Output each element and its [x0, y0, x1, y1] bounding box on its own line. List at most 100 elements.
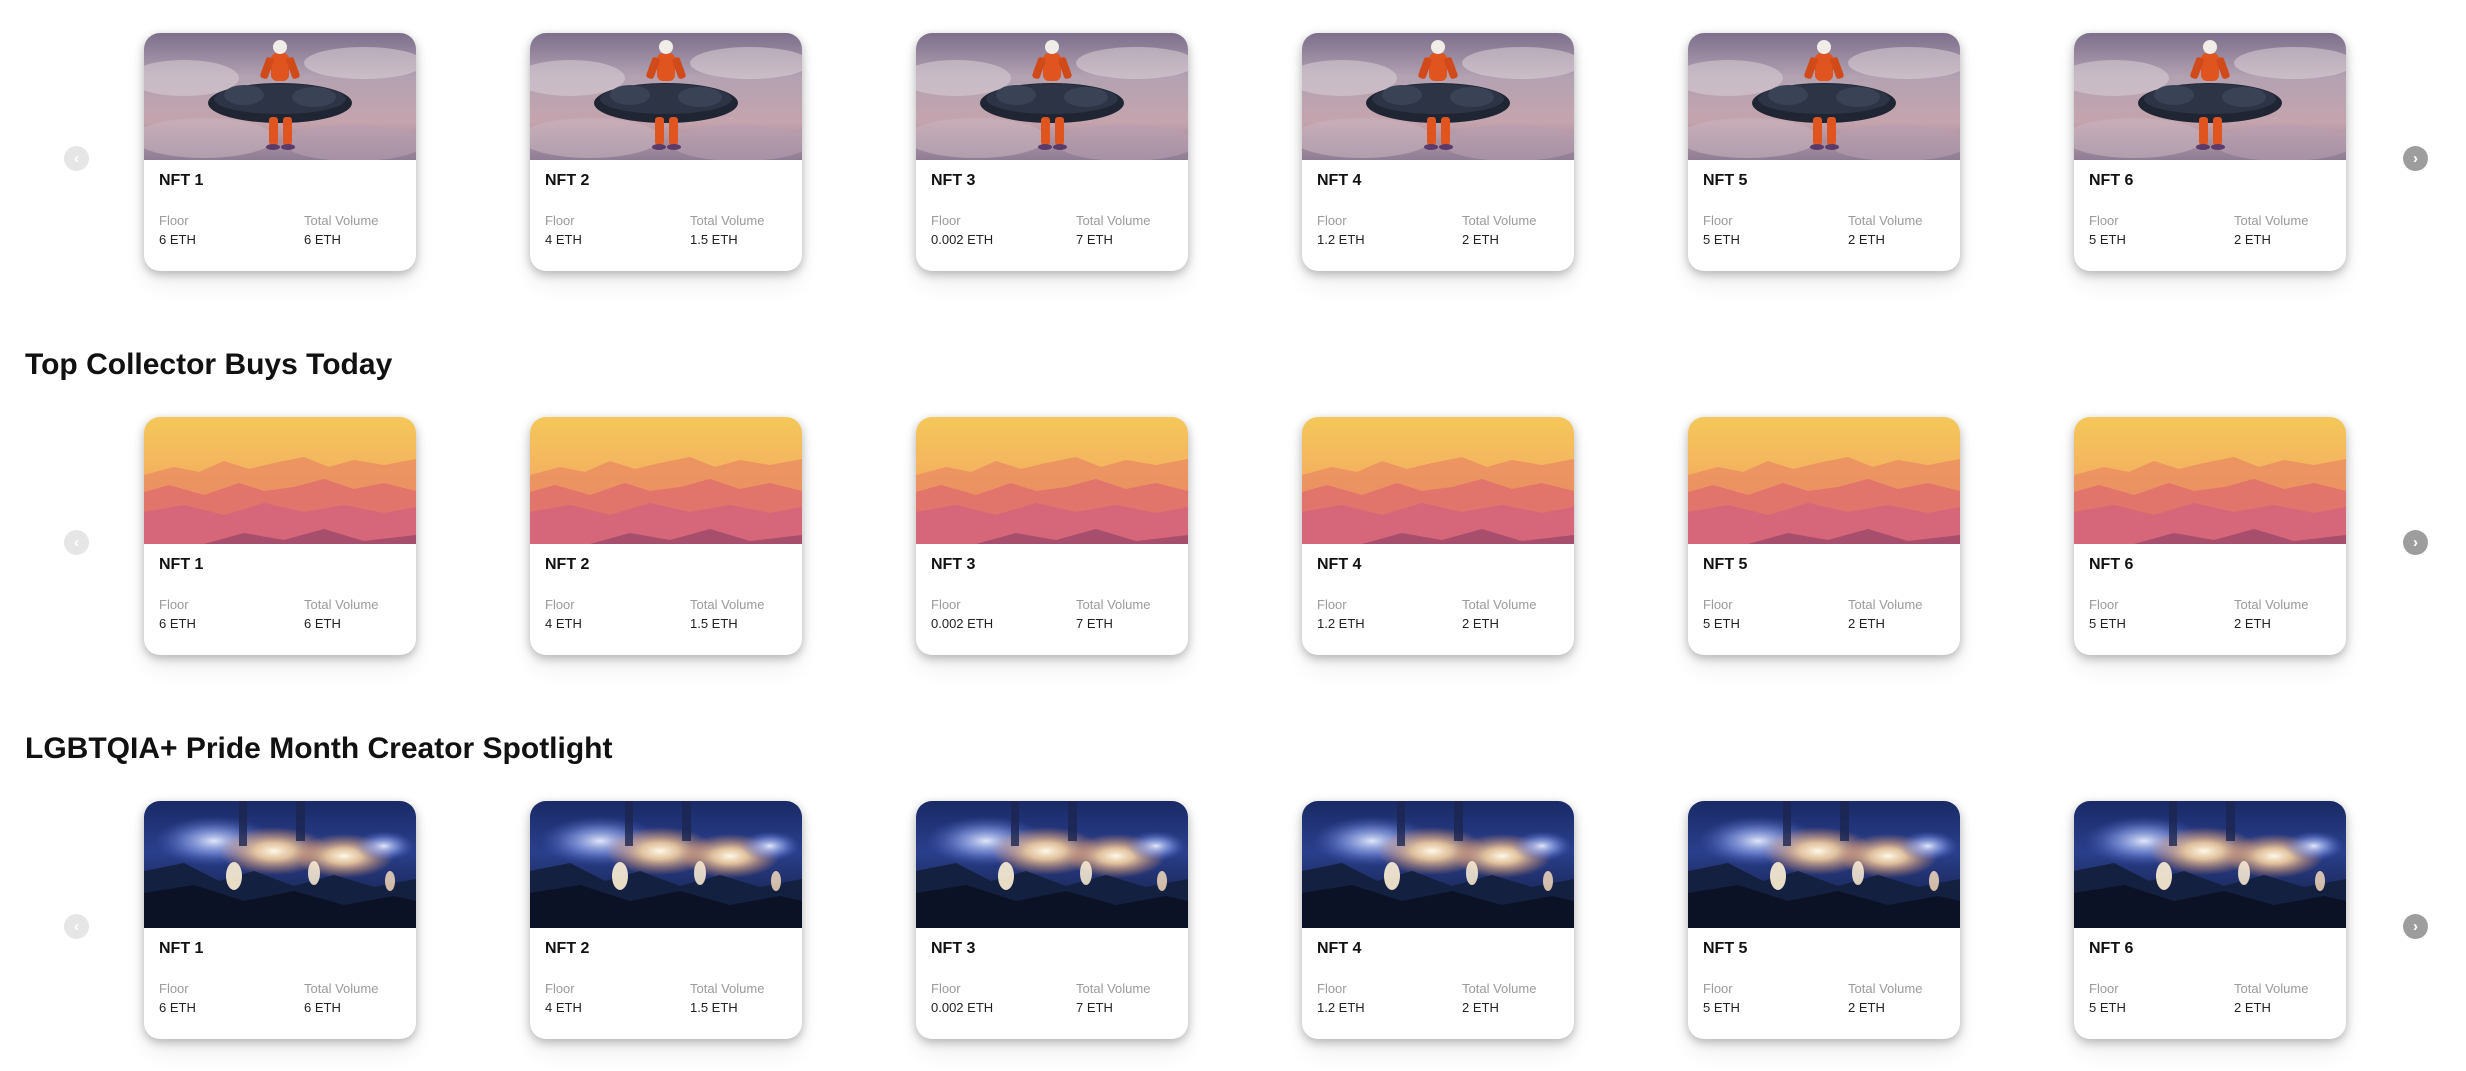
floor-value: 1.2 ETH	[1317, 232, 1365, 247]
nft-card[interactable]: NFT 6 Floor Total Volume 5 ETH 2 ETH	[2074, 801, 2346, 1039]
carousel-next-button[interactable]: ›	[2403, 146, 2428, 171]
total-volume-value: 2 ETH	[2234, 232, 2271, 247]
total-volume-value: 6 ETH	[304, 1000, 341, 1015]
nft-thumbnail-image	[144, 801, 416, 928]
floor-value: 5 ETH	[1703, 616, 1740, 631]
nft-name: NFT 4	[1317, 172, 1362, 189]
nft-name: NFT 4	[1317, 556, 1362, 573]
nft-name: NFT 3	[931, 172, 976, 189]
nft-name: NFT 5	[1703, 940, 1748, 957]
floor-label: Floor	[545, 597, 575, 612]
total-volume-value: 2 ETH	[1848, 616, 1885, 631]
floor-label: Floor	[159, 597, 189, 612]
total-volume-label: Total Volume	[1076, 981, 1151, 996]
floor-label: Floor	[545, 981, 575, 996]
nft-card[interactable]: NFT 2 Floor Total Volume 4 ETH 1.5 ETH	[530, 33, 802, 271]
floor-label: Floor	[2089, 213, 2119, 228]
nft-card[interactable]: NFT 2 Floor Total Volume 4 ETH 1.5 ETH	[530, 801, 802, 1039]
floor-value: 5 ETH	[2089, 1000, 2126, 1015]
total-volume-label: Total Volume	[2234, 981, 2309, 996]
floor-value: 6 ETH	[159, 232, 196, 247]
nft-card[interactable]: NFT 6 Floor Total Volume 5 ETH 2 ETH	[2074, 417, 2346, 655]
nft-thumbnail-image	[2074, 417, 2346, 544]
total-volume-label: Total Volume	[690, 213, 765, 228]
nft-name: NFT 1	[159, 172, 204, 189]
nft-card[interactable]: NFT 1 Floor Total Volume 6 ETH 6 ETH	[144, 417, 416, 655]
nft-card[interactable]: NFT 4 Floor Total Volume 1.2 ETH 2 ETH	[1302, 801, 1574, 1039]
floor-value: 0.002 ETH	[931, 232, 994, 247]
nft-thumbnail-image	[916, 417, 1188, 544]
total-volume-label: Total Volume	[304, 597, 379, 612]
floor-label: Floor	[1703, 981, 1733, 996]
total-volume-value: 6 ETH	[304, 232, 341, 247]
nft-thumbnail-image	[2074, 801, 2346, 928]
floor-value: 4 ETH	[545, 1000, 582, 1015]
nft-card[interactable]: NFT 3 Floor Total Volume 0.002 ETH 7 ETH	[916, 33, 1188, 271]
nft-name: NFT 1	[159, 556, 204, 573]
nft-name: NFT 5	[1703, 556, 1748, 573]
nft-carousel: ‹ NFT 1 Floor Total Volume 6 ETH 6 ETH N…	[0, 33, 2466, 303]
floor-value: 0.002 ETH	[931, 616, 994, 631]
nft-card[interactable]: NFT 6 Floor Total Volume 5 ETH 2 ETH	[2074, 33, 2346, 271]
floor-label: Floor	[159, 981, 189, 996]
nft-card[interactable]: NFT 3 Floor Total Volume 0.002 ETH 7 ETH	[916, 417, 1188, 655]
nft-card[interactable]: NFT 2 Floor Total Volume 4 ETH 1.5 ETH	[530, 417, 802, 655]
carousel-prev-button[interactable]: ‹	[64, 146, 89, 171]
total-volume-value: 2 ETH	[1462, 1000, 1499, 1015]
nft-card[interactable]: NFT 4 Floor Total Volume 1.2 ETH 2 ETH	[1302, 33, 1574, 271]
floor-label: Floor	[931, 981, 961, 996]
total-volume-label: Total Volume	[1076, 597, 1151, 612]
nft-card[interactable]: NFT 1 Floor Total Volume 6 ETH 6 ETH	[144, 33, 416, 271]
floor-value: 4 ETH	[545, 232, 582, 247]
nft-card[interactable]: NFT 4 Floor Total Volume 1.2 ETH 2 ETH	[1302, 417, 1574, 655]
total-volume-value: 2 ETH	[2234, 1000, 2271, 1015]
carousel-next-button[interactable]: ›	[2403, 914, 2428, 939]
carousel-next-button[interactable]: ›	[2403, 530, 2428, 555]
total-volume-value: 2 ETH	[1848, 1000, 1885, 1015]
total-volume-label: Total Volume	[304, 213, 379, 228]
nft-card[interactable]: NFT 5 Floor Total Volume 5 ETH 2 ETH	[1688, 801, 1960, 1039]
carousel-prev-button[interactable]: ‹	[64, 530, 89, 555]
nft-card[interactable]: NFT 1 Floor Total Volume 6 ETH 6 ETH	[144, 801, 416, 1039]
floor-label: Floor	[1317, 981, 1347, 996]
nft-name: NFT 3	[931, 940, 976, 957]
total-volume-value: 1.5 ETH	[690, 616, 738, 631]
chevron-right-icon: ›	[2413, 150, 2418, 167]
floor-value: 0.002 ETH	[931, 1000, 994, 1015]
nft-thumbnail-image	[144, 33, 416, 160]
total-volume-label: Total Volume	[1462, 981, 1537, 996]
total-volume-label: Total Volume	[2234, 213, 2309, 228]
total-volume-label: Total Volume	[690, 981, 765, 996]
nft-name: NFT 2	[545, 556, 590, 573]
floor-value: 4 ETH	[545, 616, 582, 631]
chevron-left-icon: ‹	[74, 918, 79, 935]
nft-thumbnail-image	[1688, 33, 1960, 160]
nft-card[interactable]: NFT 5 Floor Total Volume 5 ETH 2 ETH	[1688, 417, 1960, 655]
floor-value: 6 ETH	[159, 616, 196, 631]
total-volume-label: Total Volume	[1462, 597, 1537, 612]
chevron-left-icon: ‹	[74, 150, 79, 167]
nft-thumbnail-image	[1688, 801, 1960, 928]
chevron-left-icon: ‹	[74, 534, 79, 551]
floor-label: Floor	[545, 213, 575, 228]
nft-name: NFT 1	[159, 940, 204, 957]
nft-thumbnail-image	[144, 417, 416, 544]
section-title: Top Collector Buys Today	[25, 348, 393, 381]
total-volume-label: Total Volume	[1076, 213, 1151, 228]
nft-name: NFT 6	[2089, 556, 2134, 573]
nft-name: NFT 2	[545, 172, 590, 189]
nft-card[interactable]: NFT 5 Floor Total Volume 5 ETH 2 ETH	[1688, 33, 1960, 271]
total-volume-value: 2 ETH	[1462, 232, 1499, 247]
nft-card[interactable]: NFT 3 Floor Total Volume 0.002 ETH 7 ETH	[916, 801, 1188, 1039]
nft-thumbnail-image	[1302, 417, 1574, 544]
carousel-prev-button[interactable]: ‹	[64, 914, 89, 939]
nft-thumbnail-image	[530, 417, 802, 544]
nft-name: NFT 6	[2089, 172, 2134, 189]
nft-thumbnail-image	[530, 801, 802, 928]
floor-value: 5 ETH	[2089, 616, 2126, 631]
floor-label: Floor	[1317, 213, 1347, 228]
nft-name: NFT 4	[1317, 940, 1362, 957]
total-volume-label: Total Volume	[1848, 597, 1923, 612]
total-volume-label: Total Volume	[1848, 981, 1923, 996]
total-volume-value: 7 ETH	[1076, 616, 1113, 631]
